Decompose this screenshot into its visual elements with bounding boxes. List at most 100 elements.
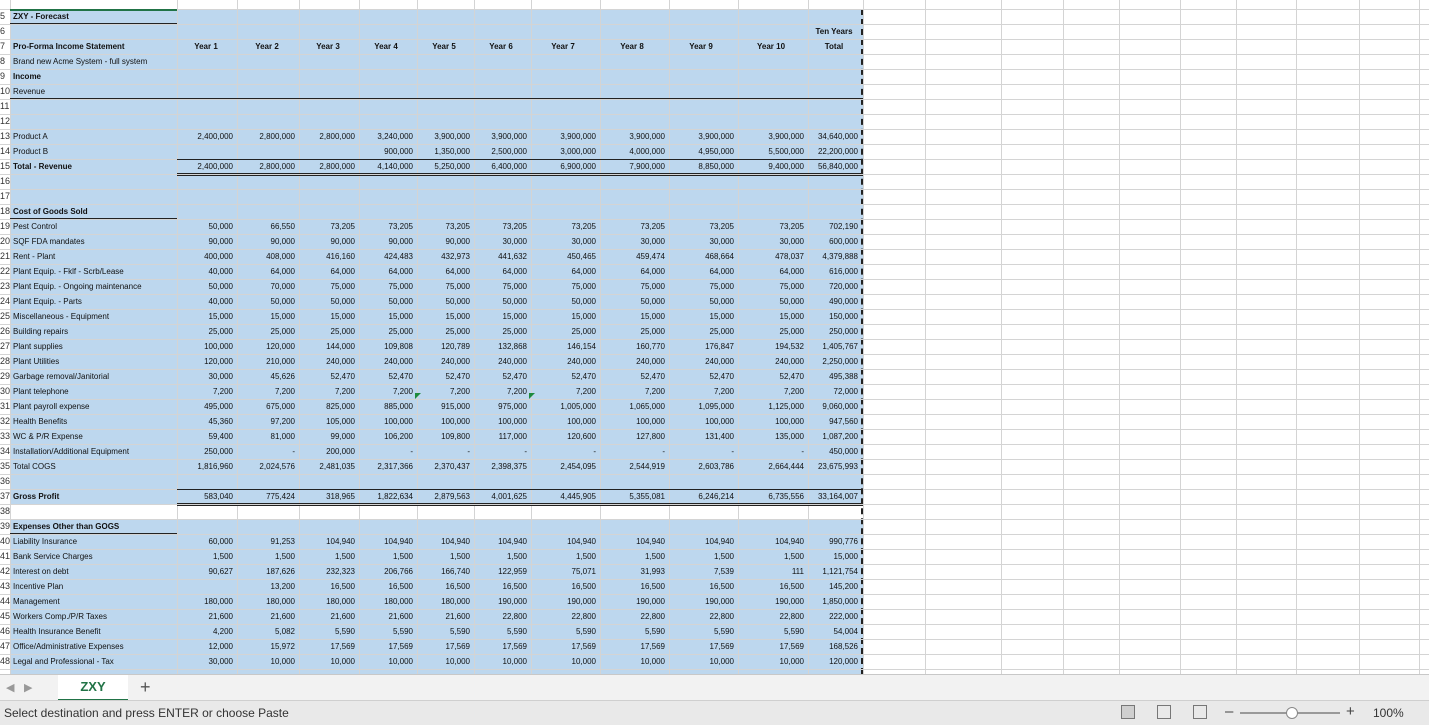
row-label-cell[interactable]: Plant Utilities (13, 354, 59, 369)
value-cell[interactable]: 104,940 (674, 534, 734, 549)
value-cell[interactable]: 120,000 (235, 339, 295, 354)
value-cell[interactable]: 240,000 (467, 354, 527, 369)
value-cell[interactable]: 23,675,993 (798, 459, 858, 474)
value-cell[interactable]: 1,350,000 (410, 144, 470, 159)
value-cell[interactable]: 400,000 (173, 249, 233, 264)
value-cell[interactable]: 5,500,000 (744, 144, 804, 159)
value-cell[interactable]: 64,000 (410, 264, 470, 279)
value-cell[interactable]: 146,154 (536, 339, 596, 354)
value-cell[interactable]: 15,000 (410, 309, 470, 324)
value-cell[interactable]: 81,000 (235, 429, 295, 444)
row-label-cell[interactable]: Cost of Goods Sold (13, 204, 88, 219)
value-cell[interactable]: 104,940 (605, 534, 665, 549)
value-cell[interactable]: 4,950,000 (674, 144, 734, 159)
value-cell[interactable]: 50,000 (295, 294, 355, 309)
value-cell[interactable]: 1,816,960 (173, 459, 233, 474)
row-header[interactable]: 39 (0, 519, 10, 534)
value-cell[interactable]: 45,360 (173, 414, 233, 429)
row-label-cell[interactable]: Plant supplies (13, 339, 63, 354)
value-cell[interactable]: 50,000 (410, 294, 470, 309)
value-cell[interactable]: 75,000 (295, 279, 355, 294)
value-cell[interactable]: 16,500 (605, 579, 665, 594)
value-cell[interactable]: 111 (744, 564, 804, 579)
row-header[interactable]: 26 (0, 324, 10, 339)
value-cell[interactable]: 33,164,007 (798, 489, 858, 504)
value-cell[interactable]: 90,000 (353, 234, 413, 249)
value-cell[interactable]: 194,532 (744, 339, 804, 354)
year-header-cell[interactable]: Year 8 (607, 39, 657, 54)
value-cell[interactable]: 50,000 (173, 279, 233, 294)
value-cell[interactable]: 52,470 (744, 369, 804, 384)
value-cell[interactable]: 2,800,000 (295, 159, 355, 174)
value-cell[interactable]: 160,770 (605, 339, 665, 354)
row-label-cell[interactable]: Miscellaneous - Equipment (13, 309, 109, 324)
value-cell[interactable]: 16,500 (353, 579, 413, 594)
row-label-cell[interactable]: Interest on debt (13, 564, 69, 579)
value-cell[interactable]: 3,900,000 (605, 129, 665, 144)
value-cell[interactable]: 22,800 (744, 609, 804, 624)
zoom-slider-thumb[interactable] (1286, 707, 1298, 719)
add-sheet-button[interactable]: + (140, 677, 151, 698)
value-cell[interactable]: 40,000 (173, 264, 233, 279)
value-cell[interactable]: 75,000 (674, 279, 734, 294)
value-cell[interactable]: 50,000 (467, 294, 527, 309)
value-cell[interactable]: 1,500 (744, 549, 804, 564)
value-cell[interactable]: 75,071 (536, 564, 596, 579)
value-cell[interactable]: 30,000 (173, 369, 233, 384)
year-header-cell[interactable]: Year 9 (676, 39, 726, 54)
value-cell[interactable]: 17,569 (410, 639, 470, 654)
value-cell[interactable]: 25,000 (410, 324, 470, 339)
value-cell[interactable]: 30,000 (744, 234, 804, 249)
value-cell[interactable]: 59,400 (173, 429, 233, 444)
value-cell[interactable]: 583,040 (173, 489, 233, 504)
value-cell[interactable]: 21,600 (235, 609, 295, 624)
value-cell[interactable]: 947,560 (798, 414, 858, 429)
value-cell[interactable]: 100,000 (353, 414, 413, 429)
value-cell[interactable]: 17,569 (353, 639, 413, 654)
value-cell[interactable]: 106,200 (353, 429, 413, 444)
value-cell[interactable]: 100,000 (674, 414, 734, 429)
value-cell[interactable]: 22,800 (605, 609, 665, 624)
value-cell[interactable]: 240,000 (536, 354, 596, 369)
value-cell[interactable]: 180,000 (353, 594, 413, 609)
value-cell[interactable]: 1,125,000 (744, 399, 804, 414)
value-cell[interactable]: 1,500 (410, 549, 470, 564)
value-cell[interactable]: 250,000 (173, 444, 233, 459)
value-cell[interactable]: 52,470 (536, 369, 596, 384)
value-cell[interactable]: 22,800 (674, 609, 734, 624)
row-header[interactable]: 12 (0, 114, 10, 129)
value-cell[interactable]: 7,200 (605, 384, 665, 399)
value-cell[interactable]: 720,000 (798, 279, 858, 294)
normal-view-icon[interactable] (1121, 705, 1135, 719)
value-cell[interactable]: 600,000 (798, 234, 858, 249)
value-cell[interactable]: 2,024,576 (235, 459, 295, 474)
year-header-cell[interactable]: Year 2 (242, 39, 292, 54)
value-cell[interactable]: 240,000 (605, 354, 665, 369)
row-header[interactable]: 13 (0, 129, 10, 144)
value-cell[interactable]: 222,000 (798, 609, 858, 624)
value-cell[interactable]: - (467, 444, 527, 459)
value-cell[interactable]: 17,569 (536, 639, 596, 654)
row-label-cell[interactable]: Legal and Professional - Tax (13, 654, 114, 669)
value-cell[interactable]: 4,445,905 (536, 489, 596, 504)
value-cell[interactable]: 490,000 (798, 294, 858, 309)
value-cell[interactable]: 675,000 (235, 399, 295, 414)
value-cell[interactable]: 1,087,200 (798, 429, 858, 444)
value-cell[interactable]: 21,600 (295, 609, 355, 624)
value-cell[interactable]: 104,940 (467, 534, 527, 549)
value-cell[interactable]: 40,000 (173, 294, 233, 309)
total-header-cell[interactable]: Total (804, 39, 864, 54)
value-cell[interactable]: 13,200 (235, 579, 295, 594)
value-cell[interactable]: 90,627 (173, 564, 233, 579)
value-cell[interactable]: 100,000 (536, 414, 596, 429)
value-cell[interactable]: 145,200 (798, 579, 858, 594)
value-cell[interactable]: 1,095,000 (674, 399, 734, 414)
page-break-view-icon[interactable] (1193, 705, 1207, 719)
value-cell[interactable]: 168,526 (798, 639, 858, 654)
value-cell[interactable]: 10,000 (295, 654, 355, 669)
value-cell[interactable]: - (536, 444, 596, 459)
row-header[interactable]: 43 (0, 579, 10, 594)
value-cell[interactable]: 99,000 (295, 429, 355, 444)
row-header[interactable]: 20 (0, 234, 10, 249)
year-header-cell[interactable]: Year 1 (181, 39, 231, 54)
